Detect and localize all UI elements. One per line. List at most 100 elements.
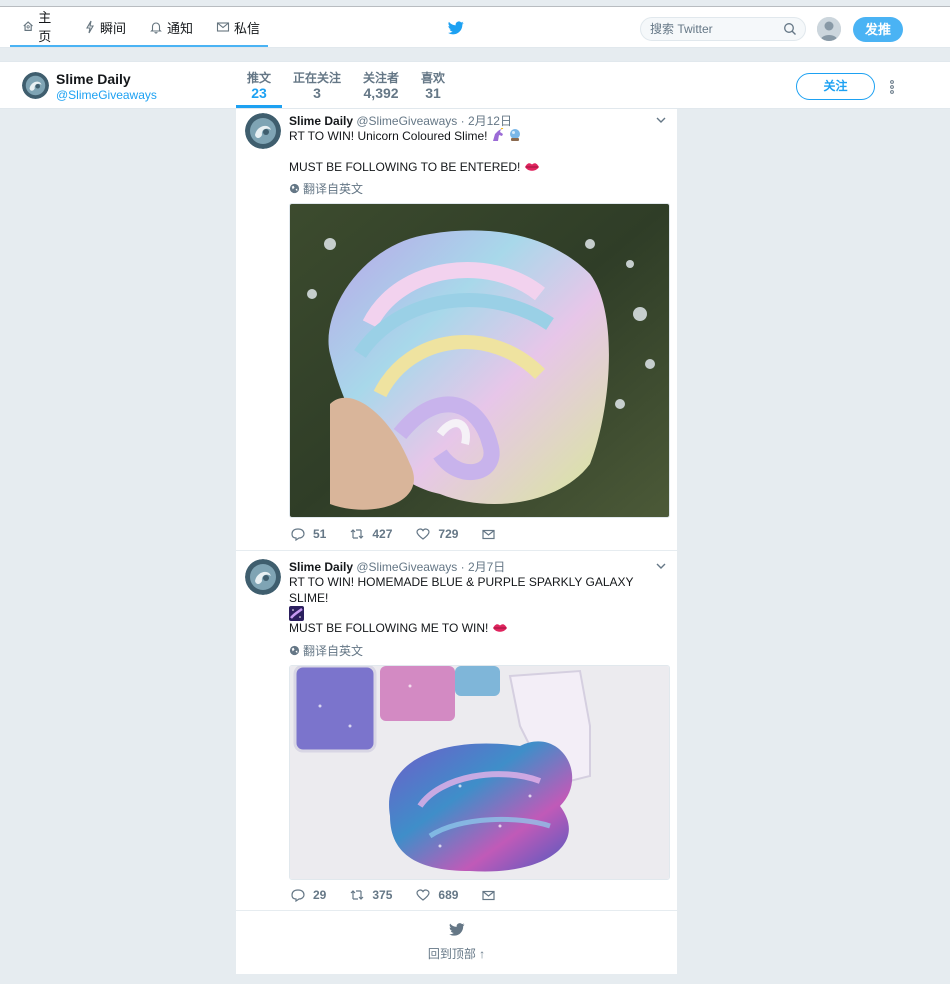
translate-link[interactable]: 翻译自英文 <box>289 180 363 197</box>
profile-nav-bar: Slime Daily @SlimeGiveaways 推文 23 正在关注 3… <box>0 61 950 109</box>
retweet-action[interactable]: 427 <box>350 527 392 541</box>
chevron-down-icon[interactable] <box>656 562 666 570</box>
tweet-text: RT TO WIN! Unicorn Coloured Slime! <box>289 128 671 144</box>
tweet-text-line: RT TO WIN! HOMEMADE BLUE & PURPLE SPARKL… <box>289 575 634 605</box>
tweet-separator: · <box>460 560 465 574</box>
twitter-bird-icon[interactable] <box>448 21 464 35</box>
envelope-icon <box>482 529 496 539</box>
envelope-icon <box>216 22 230 32</box>
nav-home-label: 主页 <box>38 10 52 44</box>
stat-followers[interactable]: 关注者 4,392 <box>352 62 410 108</box>
unicorn-slime-photo <box>290 204 669 517</box>
dm-action[interactable] <box>482 529 503 540</box>
stat-value: 31 <box>425 85 441 101</box>
slime-logo-image <box>22 72 49 99</box>
profile-name[interactable]: Slime Daily <box>56 71 131 87</box>
nav-messages[interactable]: 私信 <box>204 7 271 47</box>
stat-value: 4,392 <box>363 85 399 101</box>
bell-icon <box>150 22 162 34</box>
reply-action[interactable]: 51 <box>291 527 326 541</box>
retweet-icon <box>350 529 364 539</box>
tweet-author-name[interactable]: Slime Daily <box>289 560 353 574</box>
compose-tweet-button[interactable]: 发推 <box>853 17 903 42</box>
home-icon <box>23 21 33 31</box>
tweet-actions: 29 375 689 <box>291 888 527 902</box>
tweet-media-image[interactable] <box>289 203 670 518</box>
nav-active-underline <box>10 45 268 47</box>
stat-label: 推文 <box>247 71 272 85</box>
nav-notifications[interactable]: 通知 <box>137 7 204 47</box>
slime-logo-image <box>245 559 281 595</box>
twitter-bird-icon <box>448 923 465 936</box>
tweet-actions: 51 427 729 <box>291 527 527 541</box>
tweet-text-line: MUST BE FOLLOWING ME TO WIN! <box>289 621 492 635</box>
galaxy-slime-photo <box>290 666 669 879</box>
translate-link[interactable]: 翻译自英文 <box>289 642 363 659</box>
stat-label: 喜欢 <box>421 71 446 85</box>
tweet-header: Slime Daily @SlimeGiveaways · 2月12日 <box>289 112 512 129</box>
tweet-author-name[interactable]: Slime Daily <box>289 114 353 128</box>
profile-stats: 推文 23 正在关注 3 关注者 4,392 喜欢 31 <box>236 62 456 108</box>
reply-count: 29 <box>313 888 327 902</box>
translate-label: 翻译自英文 <box>303 644 364 658</box>
tweet-item[interactable]: Slime Daily @SlimeGiveaways · 2月7日 RT TO… <box>236 551 677 911</box>
nav-home[interactable]: 主页 <box>10 7 72 47</box>
nav-moments-label: 瞬间 <box>100 20 127 36</box>
tweet-text: RT TO WIN! HOMEMADE BLUE & PURPLE SPARKL… <box>289 574 671 623</box>
lips-emoji-icon <box>492 624 507 632</box>
dm-action[interactable] <box>482 890 503 901</box>
crystal-ball-emoji-icon <box>510 129 521 141</box>
tweet-author-handle[interactable]: @SlimeGiveaways <box>356 560 457 574</box>
translate-label: 翻译自英文 <box>303 182 364 196</box>
reply-icon <box>291 527 305 541</box>
like-action[interactable]: 689 <box>416 888 458 902</box>
tweet-item[interactable]: Slime Daily @SlimeGiveaways · 2月12日 RT T… <box>236 109 677 551</box>
user-avatar-button[interactable] <box>817 17 841 41</box>
tweet-avatar[interactable] <box>245 113 281 149</box>
nav-moments[interactable]: 瞬间 <box>72 7 137 47</box>
tweet-avatar[interactable] <box>245 559 281 595</box>
globe-icon <box>289 183 300 194</box>
more-options-icon[interactable] <box>889 80 895 94</box>
profile-handle[interactable]: @SlimeGiveaways <box>56 88 157 102</box>
search-input[interactable]: 搜索 Twitter <box>640 17 806 41</box>
tweet-date[interactable]: 2月12日 <box>468 114 512 128</box>
like-count: 729 <box>438 527 459 541</box>
tweet-date[interactable]: 2月7日 <box>468 560 505 574</box>
retweet-action[interactable]: 375 <box>350 888 392 902</box>
heart-icon <box>416 889 430 901</box>
tweet-media-image[interactable] <box>289 665 670 880</box>
stat-following[interactable]: 正在关注 3 <box>282 62 352 108</box>
envelope-icon <box>482 890 496 900</box>
main-nav: 主页 瞬间 通知 私信 <box>10 7 271 47</box>
nav-messages-label: 私信 <box>234 20 261 36</box>
tweet-text-line: MUST BE FOLLOWING TO BE ENTERED! <box>289 160 524 174</box>
tweet-text-line: RT TO WIN! Unicorn Coloured Slime! <box>289 129 491 143</box>
milky-way-emoji-icon <box>289 606 304 621</box>
tweet-timeline: Slime Daily @SlimeGiveaways · 2月12日 RT T… <box>236 109 677 974</box>
like-action[interactable]: 729 <box>416 527 458 541</box>
stat-value: 23 <box>251 85 267 101</box>
like-count: 689 <box>438 888 459 902</box>
search-icon[interactable] <box>783 22 797 36</box>
tweet-header: Slime Daily @SlimeGiveaways · 2月7日 <box>289 558 505 575</box>
globe-icon <box>289 645 300 656</box>
search-placeholder: 搜索 Twitter <box>650 22 713 36</box>
profile-avatar[interactable] <box>22 72 49 99</box>
reply-count: 51 <box>313 527 327 541</box>
follow-button[interactable]: 关注 <box>796 73 875 100</box>
chevron-down-icon[interactable] <box>656 116 666 124</box>
back-to-top-label: 回到顶部 ↑ <box>427 947 486 961</box>
stat-tweets[interactable]: 推文 23 <box>236 62 283 108</box>
tweet-author-handle[interactable]: @SlimeGiveaways <box>356 114 457 128</box>
lightning-icon <box>86 20 94 34</box>
stat-label: 正在关注 <box>293 71 342 85</box>
back-to-top[interactable]: 回到顶部 ↑ <box>236 911 677 962</box>
lips-emoji-icon <box>524 163 539 171</box>
stat-label: 关注者 <box>363 71 400 85</box>
reply-action[interactable]: 29 <box>291 888 326 902</box>
tweet-text: MUST BE FOLLOWING TO BE ENTERED! <box>289 159 671 175</box>
heart-icon <box>416 528 430 540</box>
stat-likes[interactable]: 喜欢 31 <box>410 62 456 108</box>
nav-notifications-label: 通知 <box>167 20 194 36</box>
